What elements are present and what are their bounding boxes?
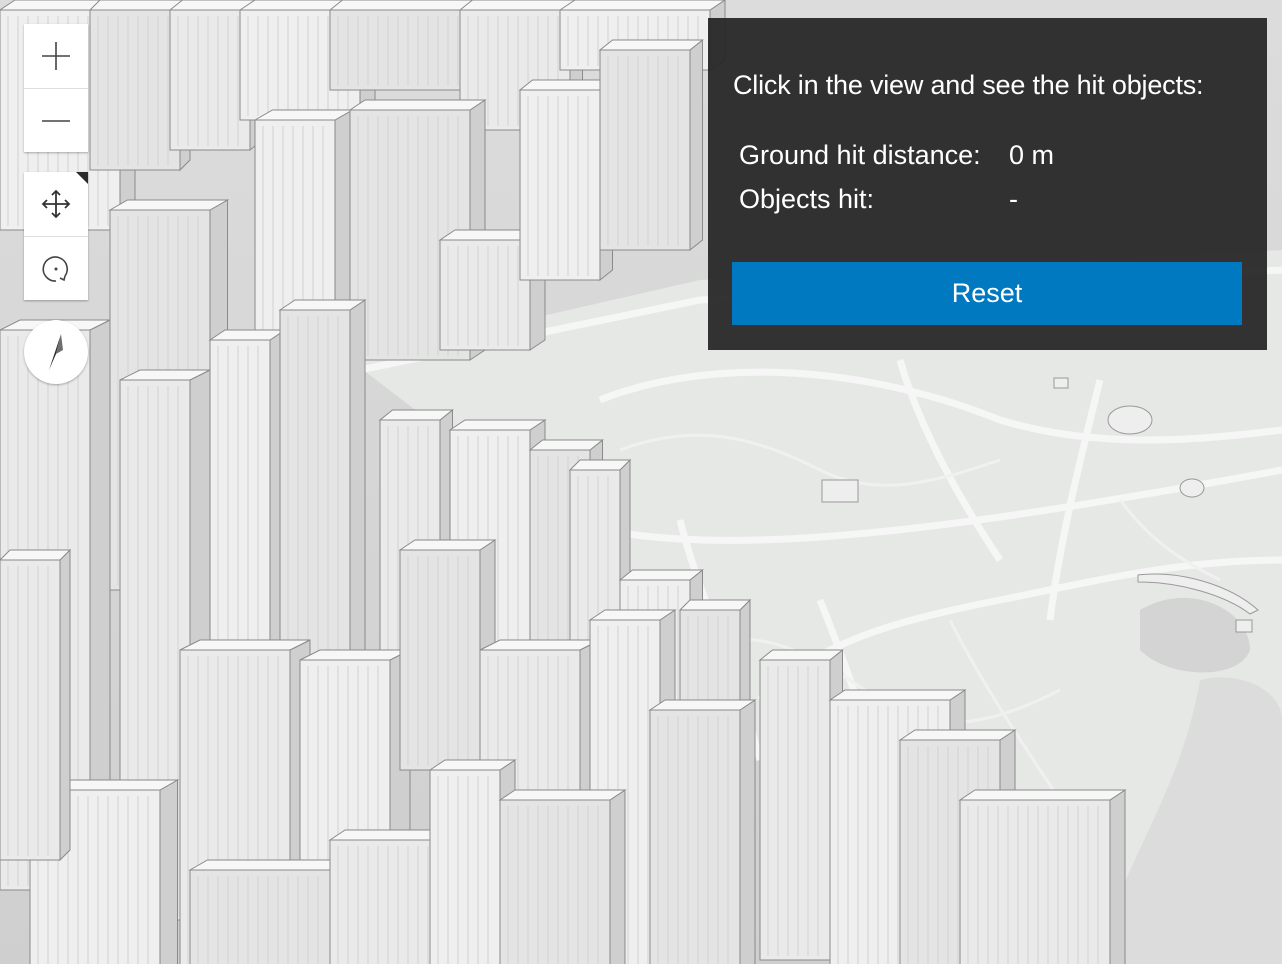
building xyxy=(0,548,72,862)
building xyxy=(958,789,1127,964)
building xyxy=(188,859,350,964)
plus-icon xyxy=(42,42,70,70)
zoom-out-button[interactable] xyxy=(24,88,88,152)
building xyxy=(598,38,704,252)
ground-hit-label: Ground hit distance: xyxy=(739,140,981,170)
rotate-icon xyxy=(42,255,68,282)
ground-hit-value: 0 m xyxy=(1009,140,1055,170)
pan-button[interactable] xyxy=(24,172,88,236)
building xyxy=(518,78,614,282)
minus-icon xyxy=(42,119,70,122)
building xyxy=(498,789,627,964)
objects-hit-value: - xyxy=(1009,184,1018,214)
building xyxy=(648,699,757,964)
zoom-in-button[interactable] xyxy=(24,24,88,88)
pan-arrows-icon xyxy=(41,189,71,219)
compass-needle-icon xyxy=(49,334,63,370)
rotate-button[interactable] xyxy=(24,236,88,300)
zoom-controls xyxy=(24,24,88,152)
compass-button[interactable] xyxy=(24,320,88,384)
navigation-mode-controls xyxy=(24,172,88,300)
mode-toggle-indicator xyxy=(76,172,88,184)
reset-button[interactable]: Reset xyxy=(732,262,1242,325)
hit-test-panel: Click in the view and see the hit object… xyxy=(708,18,1267,350)
panel-instructions: Click in the view and see the hit object… xyxy=(733,70,1204,100)
objects-hit-label: Objects hit: xyxy=(739,184,875,214)
